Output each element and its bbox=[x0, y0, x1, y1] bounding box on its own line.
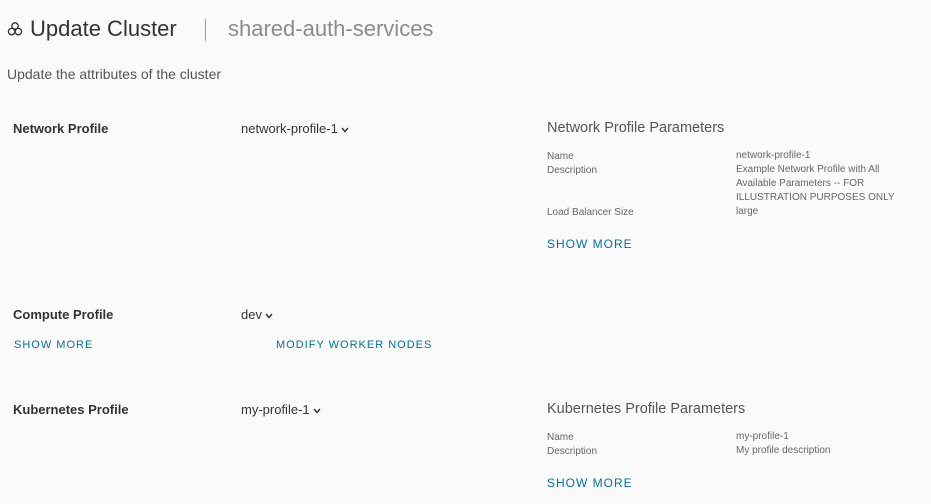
network-param-value: Example Network Profile with All Availab… bbox=[736, 164, 895, 203]
kubernetes-param-key: Name bbox=[547, 432, 574, 443]
kubernetes-profile-label: Kubernetes Profile bbox=[13, 402, 129, 417]
kubernetes-param-value: My profile description bbox=[736, 445, 831, 456]
compute-show-more-link[interactable]: SHOW MORE bbox=[14, 339, 93, 351]
page-description: Update the attributes of the cluster bbox=[7, 66, 222, 82]
network-profile-select[interactable]: network-profile-1 bbox=[241, 121, 349, 136]
network-param-value: large bbox=[736, 206, 759, 217]
network-profile-label: Network Profile bbox=[13, 121, 109, 136]
chevron-down-icon bbox=[313, 408, 321, 414]
network-show-more-link[interactable]: SHOW MORE bbox=[547, 237, 633, 251]
network-param-key: Name bbox=[547, 151, 574, 162]
compute-profile-select[interactable]: dev bbox=[241, 307, 273, 322]
network-profile-value: network-profile-1 bbox=[241, 121, 338, 136]
kubernetes-profile-select[interactable]: my-profile-1 bbox=[241, 402, 321, 417]
network-param-key: Description bbox=[547, 165, 598, 176]
kubernetes-show-more-link[interactable]: SHOW MORE bbox=[547, 476, 633, 490]
compute-profile-value: dev bbox=[241, 307, 262, 322]
kubernetes-profile-value: my-profile-1 bbox=[241, 402, 310, 417]
cluster-icon bbox=[7, 22, 23, 36]
network-param-key: Load Balancer Size bbox=[547, 207, 634, 218]
kubernetes-param-key: Description bbox=[547, 446, 598, 457]
kubernetes-param-value: my-profile-1 bbox=[736, 431, 789, 442]
chevron-down-icon bbox=[341, 127, 349, 133]
compute-profile-label: Compute Profile bbox=[13, 307, 114, 322]
network-params-title: Network Profile Parameters bbox=[547, 120, 725, 136]
page-title: Update Cluster bbox=[30, 16, 177, 41]
chevron-down-icon bbox=[265, 313, 273, 319]
kubernetes-params-title: Kubernetes Profile Parameters bbox=[547, 401, 746, 417]
network-param-value: network-profile-1 bbox=[736, 150, 811, 161]
modify-worker-nodes-link[interactable]: MODIFY WORKER NODES bbox=[276, 339, 432, 351]
title-divider bbox=[205, 19, 206, 41]
cluster-name: shared-auth-services bbox=[228, 16, 434, 41]
